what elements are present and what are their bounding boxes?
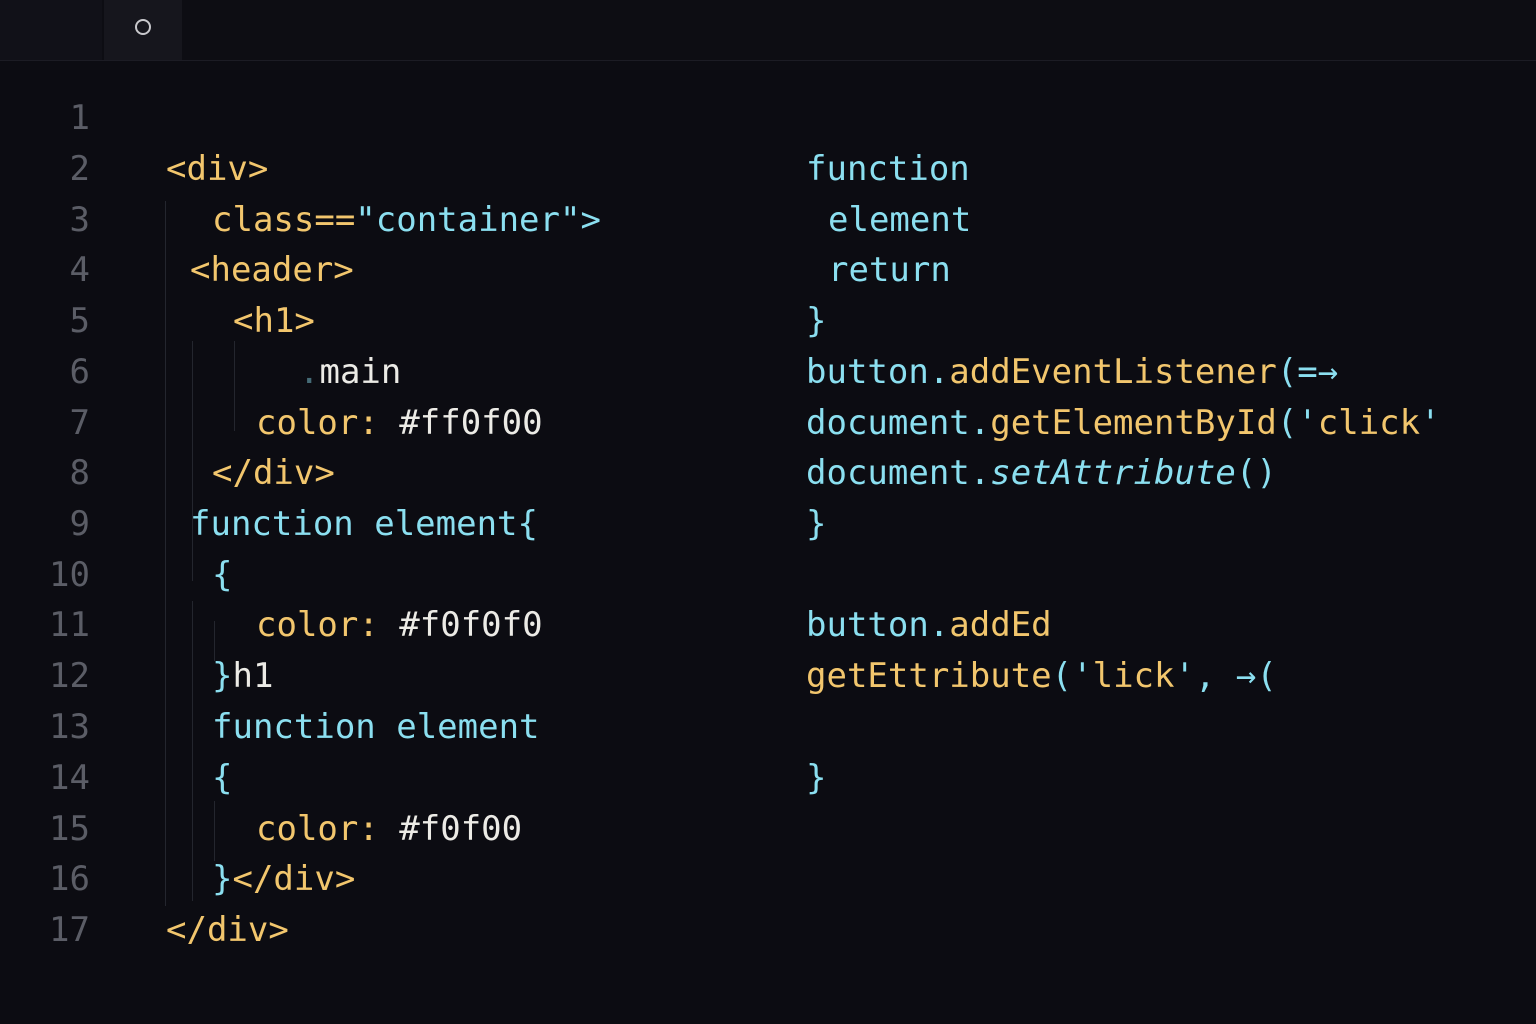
code-line: </div> [212, 453, 335, 493]
code-line: document.getElementById('click' [806, 403, 1441, 443]
code-line: element [828, 200, 972, 240]
circle-icon [135, 19, 151, 35]
indent-guide [234, 341, 235, 431]
line-number: 3 [69, 200, 90, 240]
line-number: 15 [49, 809, 90, 849]
code-line: <div> [166, 149, 269, 189]
code-line: color: #ff0f00 [256, 403, 543, 443]
indent-guide [192, 601, 193, 901]
code-line: </div> [166, 910, 289, 950]
code-line: .main [299, 352, 402, 392]
line-number: 4 [69, 250, 90, 290]
code-line: } [806, 301, 827, 341]
code-line: document.setAttribute() [806, 453, 1277, 493]
tab-bar [0, 0, 1536, 61]
code-line: } [806, 504, 827, 544]
line-number: 17 [49, 910, 90, 950]
line-number: 7 [69, 403, 90, 443]
code-line: } [806, 758, 827, 798]
line-number: 16 [49, 859, 90, 899]
code-line: function element{ [190, 504, 538, 544]
code-line: color: #f0f00 [256, 809, 523, 849]
line-number: 6 [69, 352, 90, 392]
indent-guide [165, 201, 166, 906]
indent-guide [192, 341, 193, 581]
code-line: function [806, 149, 970, 189]
line-number: 10 [49, 555, 90, 595]
code-line: button.addEd [806, 605, 1052, 645]
code-line: class=="container"> [212, 200, 601, 240]
code-line: function element [212, 707, 540, 747]
code-line: <h1> [233, 301, 315, 341]
line-number: 12 [49, 656, 90, 696]
indent-guide [214, 621, 215, 661]
code-line: }h1 [212, 656, 274, 696]
line-number: 2 [69, 149, 90, 189]
code-editor[interactable]: 1 2 3 4 5 6 7 8 9 10 11 12 13 14 15 16 1… [0, 61, 1536, 1024]
code-line: return [828, 250, 951, 290]
line-number: 14 [49, 758, 90, 798]
line-number: 9 [69, 504, 90, 544]
line-number: 13 [49, 707, 90, 747]
code-line: { [212, 758, 233, 798]
code-line: button.addEventListener(=→ [806, 352, 1339, 392]
line-number: 1 [69, 98, 90, 138]
tab-active[interactable] [104, 0, 182, 60]
code-line: getEttribute('lick', →( [806, 656, 1277, 696]
line-number: 11 [49, 605, 90, 645]
code-line: { [212, 555, 233, 595]
code-line: <header> [190, 250, 354, 290]
code-line: color: #f0f0f0 [256, 605, 543, 645]
line-number: 8 [69, 453, 90, 493]
tab-empty[interactable] [0, 0, 102, 60]
indent-guide [214, 801, 215, 861]
code-line: }</div> [212, 859, 356, 899]
line-number: 5 [69, 301, 90, 341]
